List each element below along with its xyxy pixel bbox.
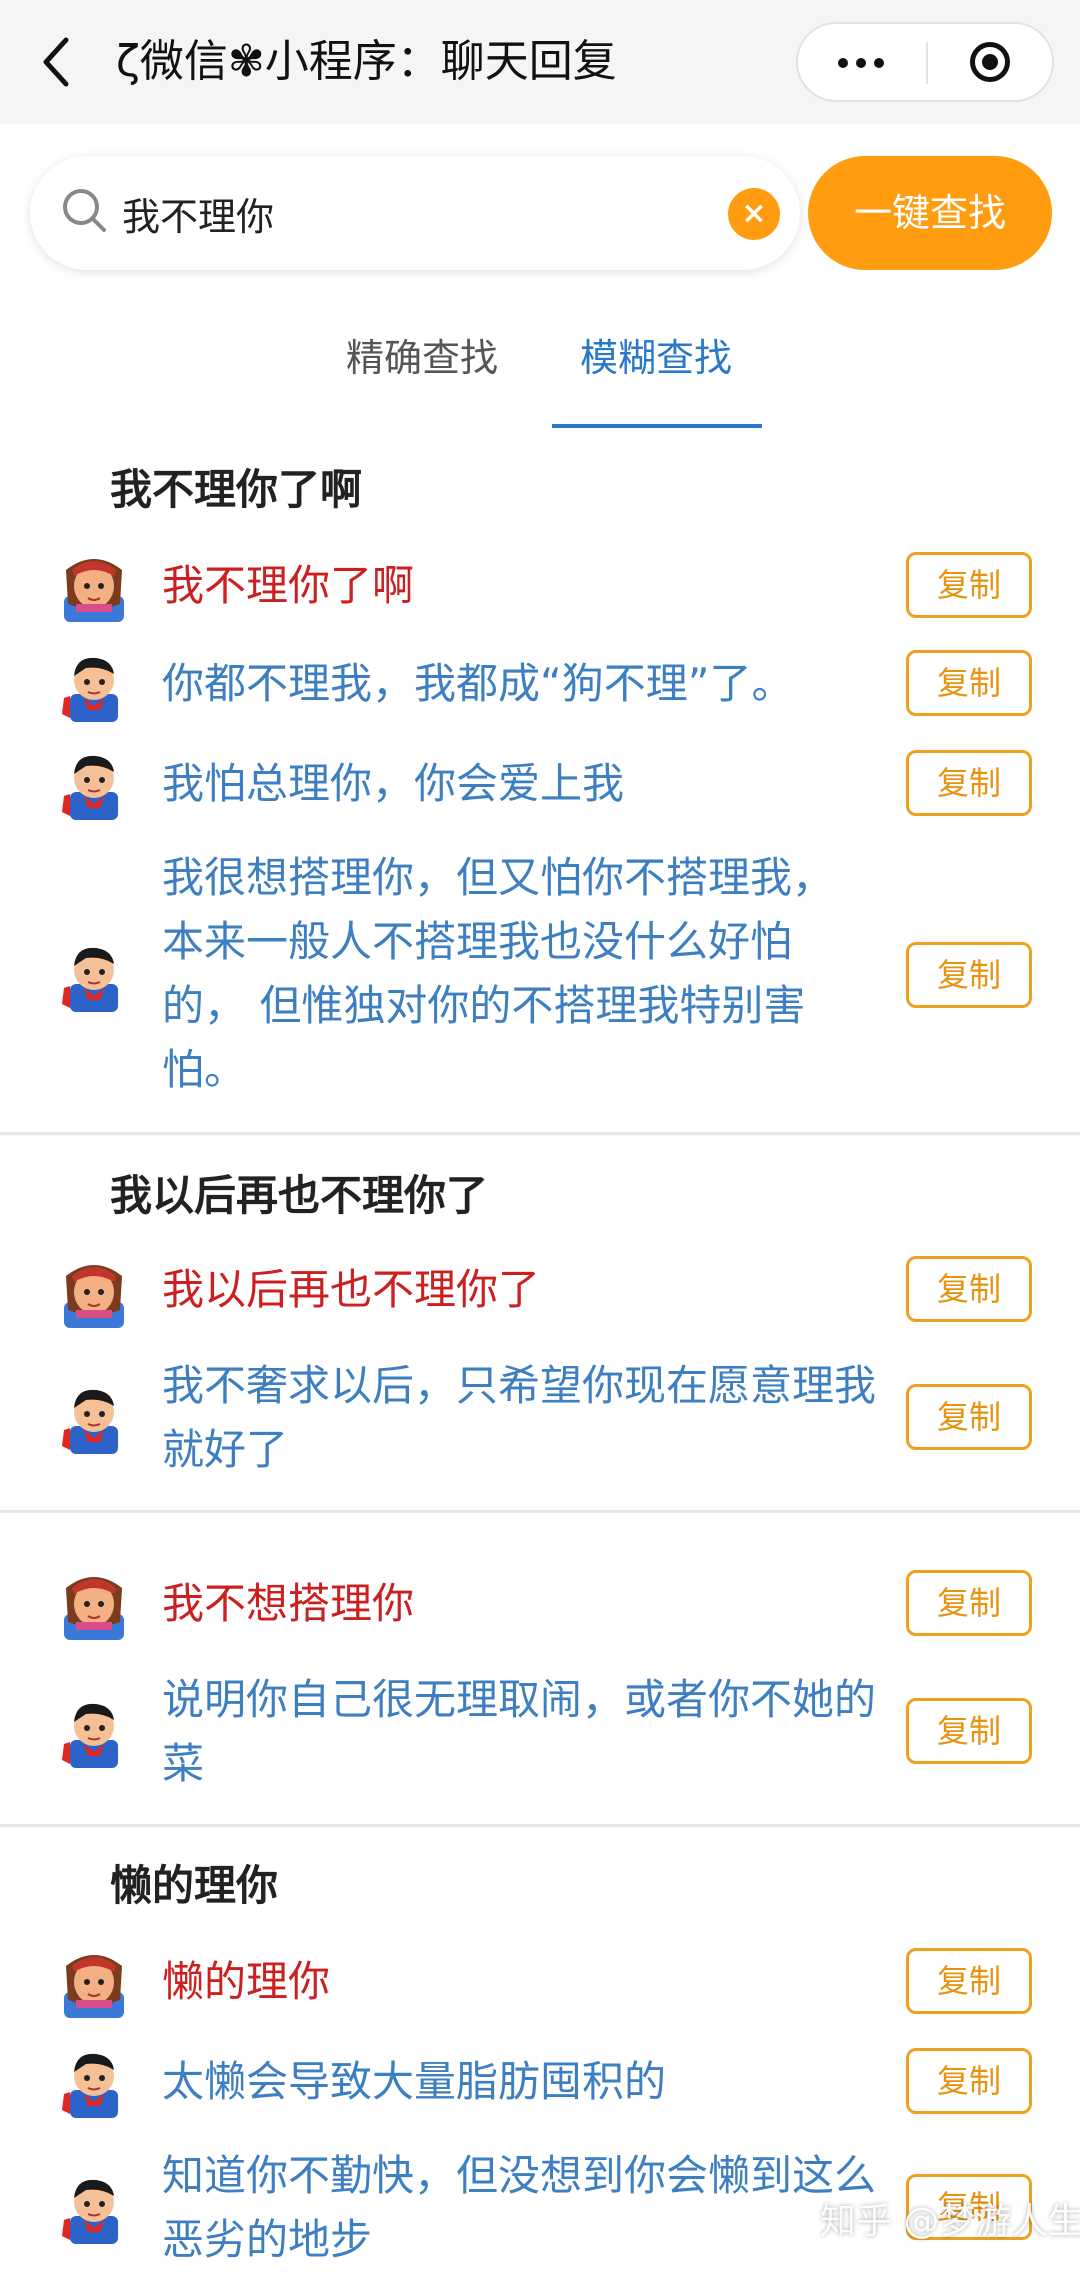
copy-button[interactable]: 复制 <box>906 1570 1032 1636</box>
girl-avatar-icon <box>56 1254 132 1330</box>
copy-button[interactable]: 复制 <box>906 942 1032 1008</box>
copy-button[interactable]: 复制 <box>906 1256 1032 1322</box>
superman-avatar-icon <box>56 648 132 724</box>
group-title: 懒的理你 <box>110 1861 279 1910</box>
reply-text: 你都不理我，我都成“狗不理”了。 <box>162 659 794 708</box>
copy-button[interactable]: 复制 <box>906 552 1032 618</box>
question-text: 我以后再也不理你了 <box>162 1265 541 1314</box>
superman-avatar-icon <box>56 1380 132 1456</box>
question-text: 我不理你了啊 <box>162 561 415 610</box>
superman-avatar-icon <box>56 2170 132 2246</box>
tab-exact-search[interactable]: 精确查找 <box>346 328 498 388</box>
search-icon <box>63 189 106 232</box>
superman-avatar-icon <box>56 746 132 822</box>
copy-button[interactable]: 复制 <box>906 1948 1032 2014</box>
superman-avatar-icon <box>56 1694 132 1770</box>
one-click-find-button[interactable]: 一键查找 <box>808 156 1052 270</box>
superman-avatar-icon <box>56 938 132 1014</box>
clear-search-button[interactable]: × <box>728 188 780 240</box>
mini-program-capsule <box>796 22 1054 102</box>
back-button[interactable] <box>38 34 78 90</box>
group-divider <box>0 1510 1080 1513</box>
reply-text: 我很想搭理你，但又怕你不搭理我，本来一般人不搭理我也没什么好怕的， 但惟独对你的… <box>162 853 835 1094</box>
search-input[interactable] <box>122 184 722 242</box>
reply-text: 知道你不勤快，但没想到你会懒到这么恶劣的地步 <box>162 2151 877 2264</box>
reply-text: 我怕总理你，你会爱上我 <box>162 759 625 808</box>
copy-button[interactable]: 复制 <box>906 1384 1032 1450</box>
superman-avatar-icon <box>56 2044 132 2120</box>
tab-fuzzy-search[interactable]: 模糊查找 <box>580 328 732 388</box>
reply-text: 太懒会导致大量脂肪囤积的 <box>162 2057 667 2106</box>
reply-text: 说明你自己很无理取闹，或者你不她的菜 <box>162 1675 877 1788</box>
question-text: 我不想搭理你 <box>162 1579 415 1628</box>
reply-text: 我不奢求以后，只希望你现在愿意理我就好了 <box>162 1361 877 1474</box>
girl-avatar-icon <box>56 1566 132 1642</box>
girl-avatar-icon <box>56 1944 132 2020</box>
group-title: 我以后再也不理你了 <box>110 1171 489 1220</box>
group-divider <box>0 1824 1080 1827</box>
copy-button[interactable]: 复制 <box>906 2048 1032 2114</box>
close-mini-program-button[interactable] <box>928 24 1052 100</box>
group-divider <box>0 1132 1080 1135</box>
active-tab-indicator <box>552 424 762 428</box>
copy-button[interactable]: 复制 <box>906 1698 1032 1764</box>
copy-button[interactable]: 复制 <box>906 750 1032 816</box>
girl-avatar-icon <box>56 548 132 624</box>
top-nav-bar: ζ微信✾小程序：聊天回复 <box>0 0 1080 124</box>
question-text: 懒的理你 <box>162 1957 331 2006</box>
search-bar: × <box>30 156 800 270</box>
page-title: ζ微信✾小程序：聊天回复 <box>116 36 617 87</box>
chevron-left-icon <box>43 37 69 87</box>
copy-button[interactable]: 复制 <box>906 650 1032 716</box>
more-menu-button[interactable] <box>798 24 926 100</box>
watermark: 知乎 @梦游人生 <box>820 2201 1080 2242</box>
group-title: 我不理你了啊 <box>110 465 363 514</box>
